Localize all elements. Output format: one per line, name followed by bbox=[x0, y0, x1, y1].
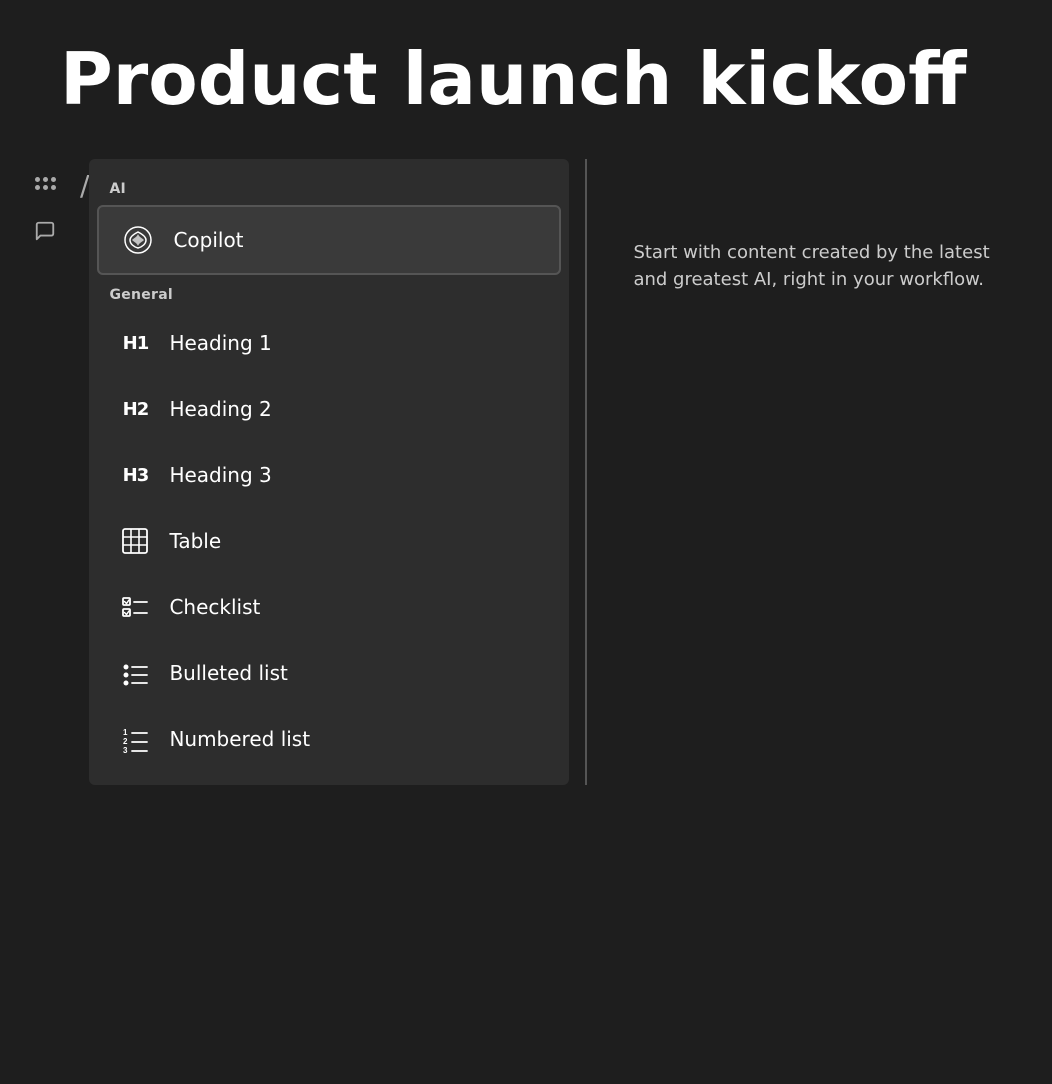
menu-item-heading2[interactable]: H2 Heading 2 bbox=[97, 377, 561, 441]
slash-dropdown: AI Copilot General H1 bbox=[89, 159, 1052, 785]
chat-button[interactable] bbox=[29, 215, 61, 247]
numbered-list-label: Numbered list bbox=[169, 727, 310, 751]
numbered-list-icon: 1 2 3 bbox=[117, 721, 153, 757]
menu-item-checklist[interactable]: Checklist bbox=[97, 575, 561, 639]
chat-icon bbox=[34, 220, 56, 242]
copilot-label: Copilot bbox=[173, 228, 243, 252]
left-toolbar bbox=[20, 159, 70, 785]
table-label: Table bbox=[169, 529, 221, 553]
page-title: Product launch kickoff bbox=[0, 0, 1052, 159]
general-section-label: General bbox=[89, 277, 569, 309]
ai-section-label: AI bbox=[89, 171, 569, 203]
grid-dots-button[interactable] bbox=[29, 167, 61, 199]
checklist-icon bbox=[117, 589, 153, 625]
dropdown-divider bbox=[585, 159, 587, 785]
menu-item-heading1[interactable]: H1 Heading 1 bbox=[97, 311, 561, 375]
menu-item-numbered-list[interactable]: 1 2 3 Numbered list bbox=[97, 707, 561, 771]
h3-icon: H3 bbox=[117, 457, 153, 493]
description-panel: Start with content created by the latest… bbox=[603, 159, 1023, 785]
bulleted-list-icon bbox=[117, 655, 153, 691]
selected-description: Start with content created by the latest… bbox=[633, 239, 993, 293]
menu-item-bulleted-list[interactable]: Bulleted list bbox=[97, 641, 561, 705]
heading1-label: Heading 1 bbox=[169, 331, 271, 355]
svg-text:2: 2 bbox=[123, 737, 128, 746]
h1-icon: H1 bbox=[117, 325, 153, 361]
menu-item-copilot[interactable]: Copilot bbox=[97, 205, 561, 275]
menu-item-heading3[interactable]: H3 Heading 3 bbox=[97, 443, 561, 507]
bulleted-list-label: Bulleted list bbox=[169, 661, 287, 685]
slash-trigger: / bbox=[70, 159, 89, 785]
heading2-label: Heading 2 bbox=[169, 397, 271, 421]
svg-text:1: 1 bbox=[123, 728, 128, 737]
checklist-label: Checklist bbox=[169, 595, 260, 619]
grid-dots-icon bbox=[35, 177, 56, 190]
svg-text:3: 3 bbox=[123, 746, 128, 753]
copilot-icon bbox=[119, 221, 157, 259]
h2-icon: H2 bbox=[117, 391, 153, 427]
heading3-label: Heading 3 bbox=[169, 463, 271, 487]
table-icon bbox=[117, 523, 153, 559]
dropdown-panel[interactable]: AI Copilot General H1 bbox=[89, 159, 569, 785]
menu-item-table[interactable]: Table bbox=[97, 509, 561, 573]
